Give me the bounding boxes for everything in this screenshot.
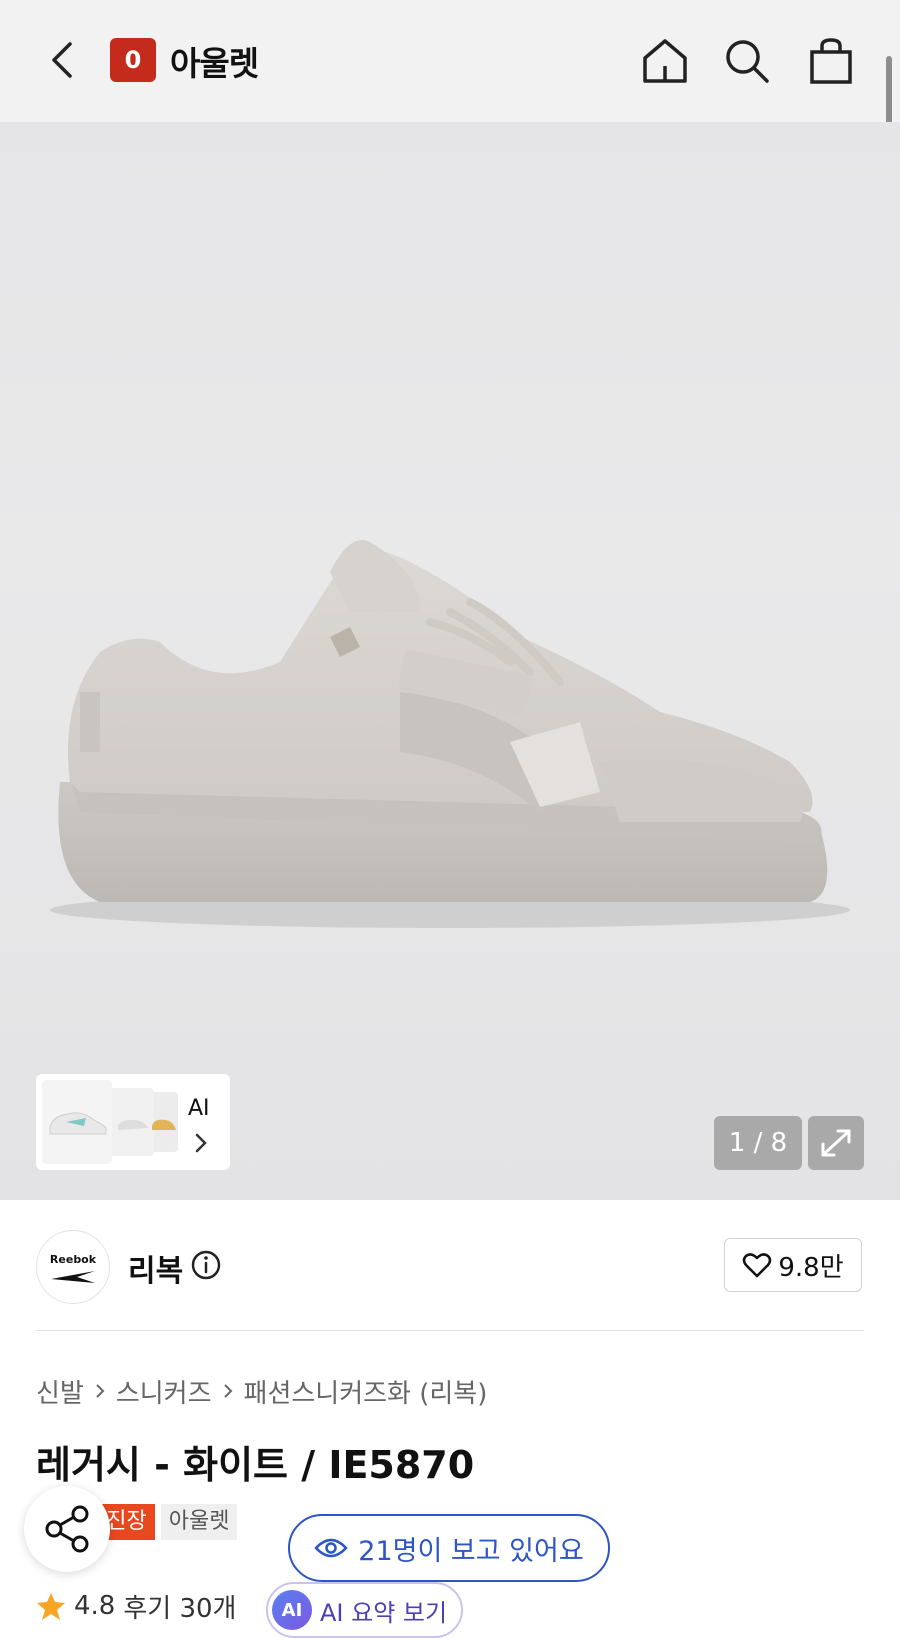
like-count: 9.8만 — [778, 1252, 844, 1283]
chevron-right-icon — [96, 1384, 105, 1398]
image-page-counter: 1 / 8 — [714, 1116, 802, 1170]
product-image-gallery[interactable]: AI 1 / 8 — [0, 122, 900, 1200]
thumbnail-images — [42, 1080, 178, 1164]
product-title: 레거시 - 화이트 / IE5870 — [36, 1443, 475, 1487]
search-button[interactable] — [722, 36, 772, 86]
ai-summary-label: AI 요약 보기 — [320, 1598, 448, 1627]
breadcrumb-item-sneakers[interactable]: 스니커즈 — [116, 1373, 212, 1410]
breadcrumb-item-fashion-sneakers[interactable]: 패션스니커즈화 (리복) — [244, 1373, 488, 1410]
shopping-bag-button[interactable] — [806, 36, 856, 86]
review-count[interactable]: 후기 30개 — [123, 1588, 236, 1625]
outlet-tag: 아울렛 — [160, 1504, 238, 1540]
search-icon — [726, 40, 769, 83]
expand-icon — [821, 1129, 851, 1157]
shopping-bag-icon — [810, 38, 852, 84]
ai-thumbnail-card[interactable]: AI — [36, 1074, 230, 1170]
reebok-logo: Reebok — [50, 1253, 97, 1283]
store-name[interactable]: 아울렛 — [170, 37, 259, 85]
store-logo[interactable]: 0 — [110, 38, 156, 82]
star-icon — [37, 1593, 65, 1620]
ai-summary-button[interactable]: AI AI 요약 보기 — [266, 1582, 464, 1638]
expand-image-button[interactable] — [808, 1116, 864, 1170]
breadcrumb: 신발 스니커즈 패션스니커즈화 (리복) — [36, 1372, 487, 1410]
like-button[interactable]: 9.8만 — [724, 1238, 862, 1292]
rating-value: 4.8 — [74, 1591, 116, 1621]
viewers-badge[interactable]: 21명이 보고 있어요 — [288, 1514, 610, 1582]
brand-logo[interactable]: Reebok — [36, 1230, 110, 1304]
eye-icon — [314, 1538, 349, 1558]
section-divider — [36, 1330, 864, 1331]
home-button[interactable] — [640, 36, 690, 86]
breadcrumb-item-shoes[interactable]: 신발 — [36, 1373, 84, 1410]
sneaker-product-image — [50, 540, 850, 928]
chevron-right-icon — [223, 1384, 232, 1398]
top-app-bar: 0 아울렛 — [0, 0, 900, 122]
ai-badge-icon: AI — [272, 1590, 312, 1630]
brand-name[interactable]: 리복 — [128, 1246, 183, 1290]
ai-thumbnail-label: AI — [188, 1096, 210, 1121]
rating-row[interactable]: 4.8 후기 30개 — [36, 1586, 236, 1626]
share-icon — [45, 1505, 89, 1553]
heart-icon — [743, 1253, 772, 1278]
svg-text:Reebok: Reebok — [50, 1253, 97, 1266]
chevron-right-icon — [195, 1133, 207, 1153]
info-icon[interactable] — [190, 1249, 222, 1281]
back-button[interactable] — [44, 38, 84, 82]
viewers-text: 21명이 보고 있어요 — [358, 1535, 584, 1567]
home-icon — [643, 39, 687, 83]
chevron-left-icon — [52, 42, 72, 78]
share-button[interactable] — [24, 1486, 110, 1572]
